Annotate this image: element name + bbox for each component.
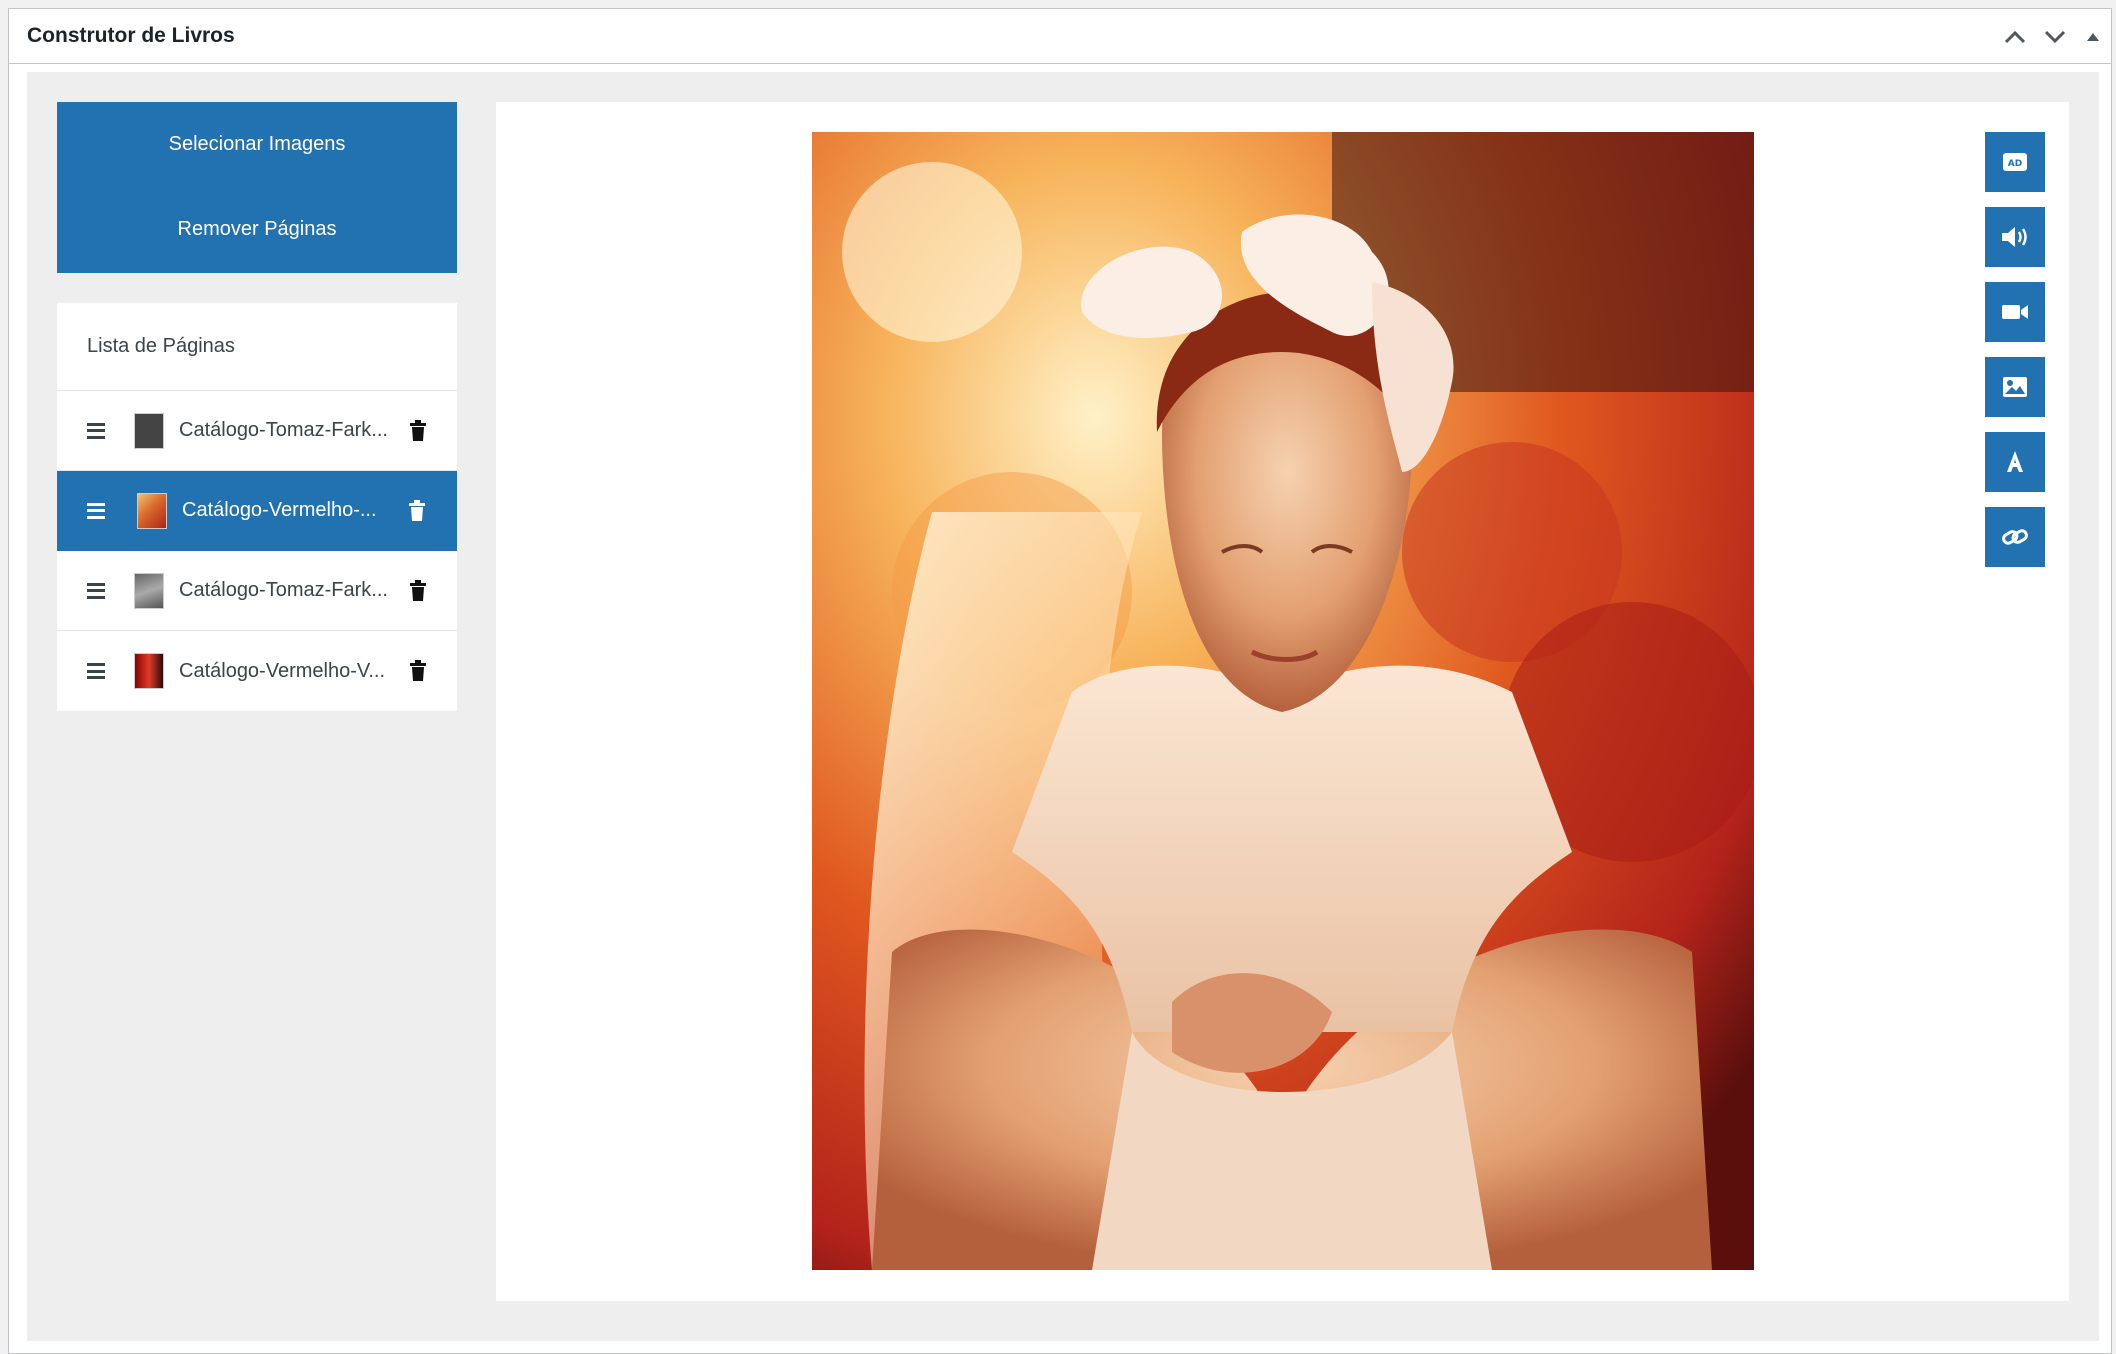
- triangle-up-icon: [2087, 32, 2099, 41]
- add-link-button[interactable]: [1985, 507, 2045, 567]
- add-video-button[interactable]: [1985, 282, 2045, 342]
- page-list-item[interactable]: Catálogo-Tomaz-Fark...: [57, 391, 457, 471]
- select-images-button[interactable]: Selecionar Imagens: [57, 102, 457, 187]
- metabox-controls: [1995, 9, 2111, 64]
- add-audio-button[interactable]: [1985, 207, 2045, 267]
- trash-icon[interactable]: [407, 499, 427, 522]
- add-text-button[interactable]: [1985, 432, 2045, 492]
- svg-text:AD: AD: [2008, 159, 2022, 169]
- move-up-button[interactable]: [1995, 17, 2035, 57]
- collapse-toggle-button[interactable]: [2075, 17, 2111, 57]
- page-list-item-active[interactable]: Catálogo-Vermelho-...: [57, 471, 457, 551]
- element-toolbar: AD: [1985, 132, 2045, 582]
- page-list-panel: Lista de Páginas Catálogo-Tomaz-Fark... …: [57, 303, 457, 711]
- ad-icon: AD: [2003, 153, 2027, 171]
- chevron-down-icon: [2044, 30, 2066, 43]
- link-icon: [2002, 529, 2028, 545]
- video-icon: [2002, 305, 2028, 319]
- page-canvas: AD: [496, 102, 2069, 1301]
- drag-handle-icon[interactable]: [87, 502, 105, 519]
- drag-handle-icon[interactable]: [87, 422, 105, 439]
- action-buttons: Selecionar Imagens Remover Páginas: [57, 102, 457, 273]
- trash-icon[interactable]: [409, 579, 427, 602]
- page-name: Catálogo-Tomaz-Fark...: [179, 579, 388, 601]
- text-icon: [2007, 451, 2023, 472]
- move-down-button[interactable]: [2035, 17, 2075, 57]
- metabox-title: Construtor de Livros: [27, 24, 235, 47]
- metabox-header: Construtor de Livros: [9, 9, 2111, 64]
- add-ad-button[interactable]: AD: [1985, 132, 2045, 192]
- remove-pages-button[interactable]: Remover Páginas: [57, 187, 457, 272]
- image-icon: [2003, 377, 2027, 397]
- audio-icon: [2002, 227, 2027, 247]
- page-thumbnail: [134, 412, 164, 449]
- page-thumbnail: [137, 492, 167, 529]
- page-name: Catálogo-Tomaz-Fark...: [179, 419, 388, 441]
- trash-icon[interactable]: [409, 660, 427, 682]
- page-list-item[interactable]: Catálogo-Vermelho-V...: [57, 631, 457, 711]
- photo-image: [812, 132, 1754, 1270]
- drag-handle-icon[interactable]: [87, 663, 105, 679]
- page-thumbnail: [134, 653, 164, 689]
- page-name: Catálogo-Vermelho-...: [182, 499, 377, 521]
- left-column: Selecionar Imagens Remover Páginas Lista…: [57, 102, 457, 711]
- page-thumbnail: [134, 572, 164, 609]
- add-image-button[interactable]: [1985, 357, 2045, 417]
- book-builder-metabox: Construtor de Livros Selecionar Imagens …: [8, 8, 2112, 1354]
- page-list-item[interactable]: Catálogo-Tomaz-Fark...: [57, 551, 457, 631]
- drag-handle-icon[interactable]: [87, 582, 105, 599]
- page-list-title: Lista de Páginas: [57, 303, 457, 391]
- page-image[interactable]: [812, 132, 1754, 1270]
- trash-icon[interactable]: [409, 419, 427, 442]
- builder-area: Selecionar Imagens Remover Páginas Lista…: [27, 72, 2099, 1341]
- chevron-up-icon: [2004, 30, 2026, 43]
- page-name: Catálogo-Vermelho-V...: [179, 659, 386, 682]
